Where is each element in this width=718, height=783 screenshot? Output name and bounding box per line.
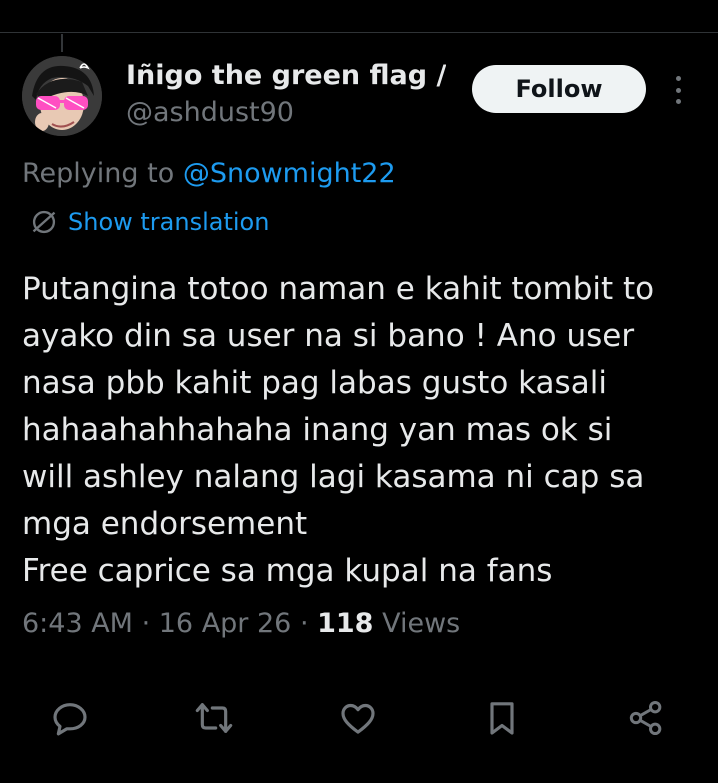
more-icon[interactable] [668,76,688,104]
bookmark-icon [490,702,514,735]
replying-prefix: Replying to [22,158,175,189]
author-name[interactable]: Iñigo the green flag /... [126,60,446,91]
more-dot [675,99,681,104]
share-icon [629,701,662,735]
bookmark-button[interactable] [478,690,526,746]
author-handle[interactable]: @ashdust90 [126,97,294,128]
show-translation-link[interactable]: Show translation [30,208,269,236]
meta-separator: · [141,608,159,639]
replying-to: Replying to @Snowmight22 [22,158,396,189]
share-button[interactable] [622,690,670,746]
top-divider [0,32,718,33]
views-label: Views [382,608,461,639]
tweet-text: Putangina totoo naman e kahit tombit to … [22,271,655,589]
views-count: 118 [317,608,374,639]
retweet-button[interactable] [190,690,238,746]
more-dot [675,76,681,81]
more-dot [675,87,681,93]
follow-button[interactable]: Follow [472,65,646,113]
avatar-image [22,56,102,136]
like-button[interactable] [334,690,382,746]
show-translation-label: Show translation [68,208,270,236]
translate-icon [32,210,56,234]
heart-icon [341,703,375,734]
reply-icon [53,703,87,736]
reply-button[interactable] [46,690,94,746]
retweet-icon [195,703,233,733]
tweet-meta: 6:43 AM · 16 Apr 26 · 118 Views [22,608,460,639]
avatar[interactable] [22,56,102,136]
action-bar [0,690,718,746]
meta-separator: · [299,608,318,639]
thread-connector-line [61,34,63,52]
tweet-date[interactable]: 16 Apr 26 [159,608,292,639]
replying-mention-link[interactable]: @Snowmight22 [183,158,396,189]
tweet-time[interactable]: 6:43 AM [22,608,133,639]
